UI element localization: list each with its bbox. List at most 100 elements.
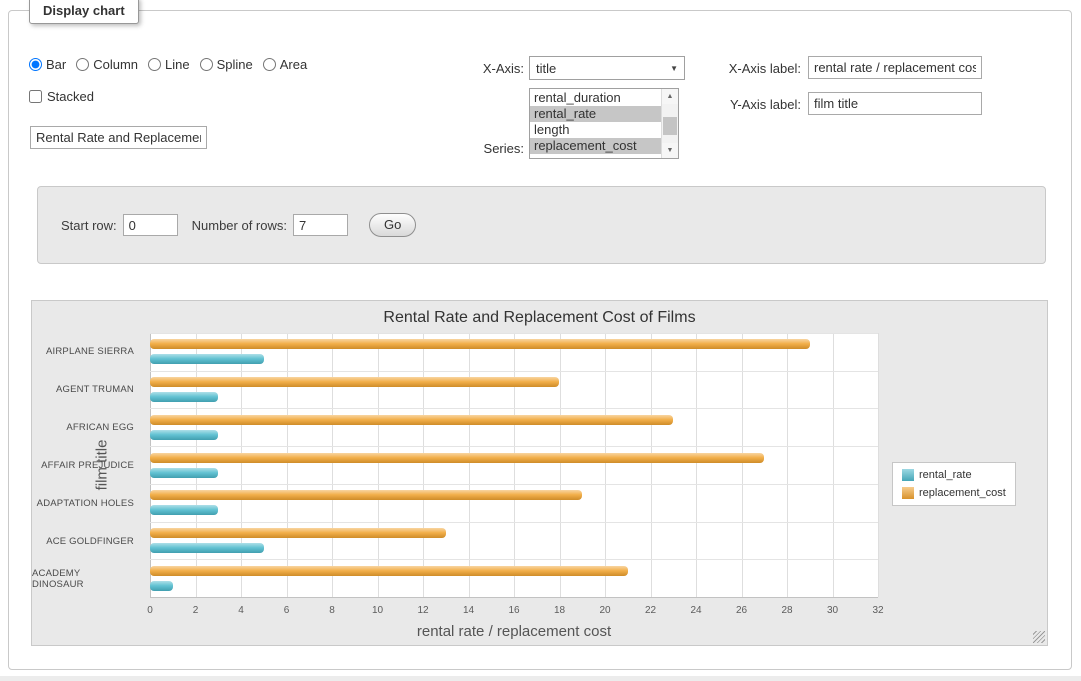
x-tick-label: 14 bbox=[463, 605, 474, 616]
bar-replacement_cost[interactable] bbox=[150, 528, 446, 538]
chart-type-option-spline[interactable]: Spline bbox=[200, 57, 253, 72]
gridline-horizontal bbox=[150, 522, 878, 523]
category-label: ADAPTATION HOLES bbox=[32, 484, 134, 522]
x-tick-label: 26 bbox=[736, 605, 747, 616]
category-labels: AIRPLANE SIERRAAGENT TRUMANAFRICAN EGGAF… bbox=[32, 333, 142, 598]
chart-type-radio-spline[interactable] bbox=[200, 58, 213, 71]
x-tick-label: 24 bbox=[690, 605, 701, 616]
gridline-vertical bbox=[787, 333, 788, 597]
stacked-label: Stacked bbox=[47, 89, 94, 104]
number-of-rows-input[interactable] bbox=[293, 214, 348, 236]
bar-rental_rate[interactable] bbox=[150, 354, 264, 364]
series-listbox[interactable]: rental_duration rental_rate length repla… bbox=[529, 88, 679, 159]
x-tick-labels: 02468101214161820222426283032 bbox=[150, 603, 878, 617]
bar-replacement_cost[interactable] bbox=[150, 415, 673, 425]
category-label: ACADEMY DINOSAUR bbox=[32, 560, 134, 598]
chart-type-option-column[interactable]: Column bbox=[76, 57, 138, 72]
bar-rental_rate[interactable] bbox=[150, 581, 173, 591]
row-range-panel: Start row: Number of rows: Go bbox=[37, 186, 1046, 264]
gridline-vertical bbox=[241, 333, 242, 597]
gridline-vertical bbox=[332, 333, 333, 597]
chart-type-option-area[interactable]: Area bbox=[263, 57, 307, 72]
legend-item-rental_rate[interactable]: rental_rate bbox=[902, 469, 1006, 481]
gridline-vertical bbox=[287, 333, 288, 597]
gridline-vertical bbox=[878, 333, 879, 597]
scrollbar-thumb[interactable] bbox=[663, 117, 677, 135]
chart-type-radio-line[interactable] bbox=[148, 58, 161, 71]
series-label: Series: bbox=[439, 141, 524, 156]
bar-replacement_cost[interactable] bbox=[150, 453, 764, 463]
bar-rental_rate[interactable] bbox=[150, 392, 218, 402]
chart-type-radio-group: Bar Column Line Spline Area bbox=[29, 57, 317, 72]
series-option-rental-rate[interactable]: rental_rate bbox=[530, 106, 661, 122]
series-option-replacement-cost[interactable]: replacement_cost bbox=[530, 138, 661, 154]
chart-canvas: film title AIRPLANE SIERRAAGENT TRUMANAF… bbox=[32, 332, 1047, 645]
gridline-vertical bbox=[742, 333, 743, 597]
chart-type-radio-column[interactable] bbox=[76, 58, 89, 71]
start-row-label: Start row: bbox=[61, 218, 117, 233]
bar-replacement_cost[interactable] bbox=[150, 339, 810, 349]
gridline-vertical bbox=[605, 333, 606, 597]
category-label: ACE GOLDFINGER bbox=[32, 522, 134, 560]
legend-label: rental_rate bbox=[919, 469, 972, 481]
bar-replacement_cost[interactable] bbox=[150, 490, 582, 500]
legend-item-replacement_cost[interactable]: replacement_cost bbox=[902, 487, 1006, 499]
stacked-row: Stacked bbox=[29, 89, 94, 106]
x-tick-label: 18 bbox=[554, 605, 565, 616]
gridline-horizontal bbox=[150, 446, 878, 447]
series-option-length[interactable]: length bbox=[530, 122, 661, 138]
panel-legend: Display chart bbox=[29, 0, 139, 24]
x-tick-label: 20 bbox=[599, 605, 610, 616]
number-of-rows-label: Number of rows: bbox=[192, 218, 287, 233]
x-tick-label: 12 bbox=[417, 605, 428, 616]
resize-grip[interactable] bbox=[1033, 631, 1045, 643]
gridline-vertical bbox=[651, 333, 652, 597]
gridline-horizontal bbox=[150, 333, 878, 334]
legend-swatch bbox=[902, 469, 914, 481]
x-axis-selected-value: title bbox=[536, 61, 670, 76]
gridline-horizontal bbox=[150, 484, 878, 485]
gridline-vertical bbox=[150, 333, 151, 597]
chart-title: Rental Rate and Replacement Cost of Film… bbox=[32, 309, 1047, 327]
x-axis-label-input[interactable] bbox=[808, 56, 982, 79]
chart-type-label: Line bbox=[165, 57, 190, 72]
x-tick-label: 30 bbox=[827, 605, 838, 616]
y-axis-label-caption: Y-Axis label: bbox=[664, 97, 801, 112]
x-tick-label: 16 bbox=[508, 605, 519, 616]
go-button[interactable]: Go bbox=[369, 213, 416, 237]
gridline-vertical bbox=[560, 333, 561, 597]
bar-rental_rate[interactable] bbox=[150, 543, 264, 553]
scrollbar-down-icon[interactable]: ▼ bbox=[662, 143, 678, 158]
chart-type-label: Bar bbox=[46, 57, 66, 72]
bar-replacement_cost[interactable] bbox=[150, 377, 559, 387]
stacked-checkbox[interactable] bbox=[29, 90, 42, 103]
chart-type-radio-bar[interactable] bbox=[29, 58, 42, 71]
chart-type-label: Spline bbox=[217, 57, 253, 72]
x-axis-title: rental rate / replacement cost bbox=[150, 623, 878, 640]
chart-type-option-bar[interactable]: Bar bbox=[29, 57, 66, 72]
series-options: rental_duration rental_rate length repla… bbox=[530, 90, 661, 154]
gridline-vertical bbox=[196, 333, 197, 597]
chart-type-option-line[interactable]: Line bbox=[148, 57, 190, 72]
x-axis-label: X-Axis: bbox=[439, 61, 524, 76]
gridline-vertical bbox=[423, 333, 424, 597]
bar-rental_rate[interactable] bbox=[150, 468, 218, 478]
stacked-option[interactable]: Stacked bbox=[29, 89, 94, 104]
y-axis-label-input[interactable] bbox=[808, 92, 982, 115]
page: Display chart Bar Column Line Spline Are… bbox=[0, 0, 1081, 681]
category-label: AGENT TRUMAN bbox=[32, 371, 134, 409]
x-axis-select[interactable]: title ▼ bbox=[529, 56, 685, 80]
start-row-input[interactable] bbox=[123, 214, 178, 236]
bar-replacement_cost[interactable] bbox=[150, 566, 628, 576]
category-label: AFFAIR PREJUDICE bbox=[32, 447, 134, 485]
chart-type-label: Area bbox=[280, 57, 307, 72]
bar-rental_rate[interactable] bbox=[150, 430, 218, 440]
series-option-rental-duration[interactable]: rental_duration bbox=[530, 90, 661, 106]
x-tick-label: 0 bbox=[147, 605, 153, 616]
gridline-vertical bbox=[378, 333, 379, 597]
bar-rental_rate[interactable] bbox=[150, 505, 218, 515]
gridline-vertical bbox=[469, 333, 470, 597]
lower-panel-edge bbox=[0, 676, 1081, 681]
chart-type-radio-area[interactable] bbox=[263, 58, 276, 71]
chart-title-input[interactable] bbox=[30, 126, 207, 149]
